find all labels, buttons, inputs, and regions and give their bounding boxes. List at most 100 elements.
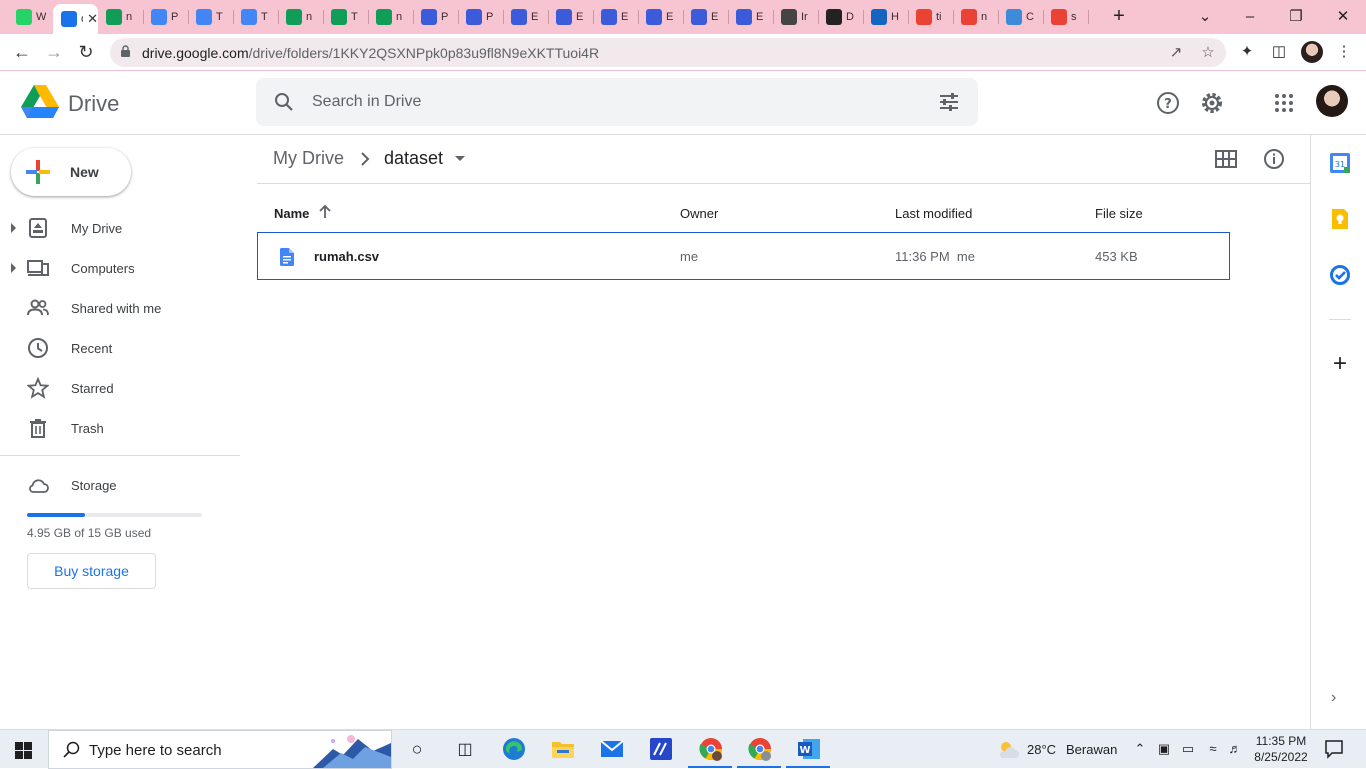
browser-tab[interactable]: H: [863, 4, 908, 30]
close-tab-icon[interactable]: ✕: [87, 11, 98, 27]
get-add-ons-icon[interactable]: +: [1329, 352, 1351, 376]
browser-tab[interactable]: W: [8, 4, 53, 30]
browser-tab[interactable]: s: [1043, 4, 1088, 30]
sidebar-item-storage[interactable]: Storage: [0, 469, 240, 501]
windows-start-icon[interactable]: [15, 742, 32, 759]
cortana-icon[interactable]: ○: [403, 735, 431, 763]
account-avatar[interactable]: [1316, 85, 1348, 117]
sidebar-item-shared-with-me[interactable]: Shared with me: [0, 292, 240, 324]
details-info-icon[interactable]: [1262, 148, 1286, 170]
task-view-icon[interactable]: ◫: [451, 735, 479, 763]
browser-tab[interactable]: E: [593, 4, 638, 30]
grid-view-icon[interactable]: [1214, 148, 1238, 170]
minimize-button[interactable]: –: [1238, 5, 1262, 29]
browser-tab[interactable]: P: [458, 4, 503, 30]
mail-icon[interactable]: [598, 735, 626, 763]
browser-tab[interactable]: n: [98, 4, 143, 30]
tasks-icon[interactable]: [1329, 264, 1351, 286]
browser-tab[interactable]: T: [323, 4, 368, 30]
folder-dropdown-icon[interactable]: [455, 156, 465, 161]
side-panel-icon[interactable]: ◫: [1267, 40, 1291, 64]
browser-tab[interactable]: E: [728, 4, 773, 30]
back-button[interactable]: ←: [10, 40, 34, 64]
drive-logo-icon[interactable]: [21, 85, 59, 119]
browser-tab[interactable]: Ir: [773, 4, 818, 30]
chevron-right-icon[interactable]: ›: [1331, 689, 1347, 706]
wifi-icon[interactable]: ≈: [1204, 740, 1222, 758]
browser-tab[interactable]: E: [638, 4, 683, 30]
weather-description[interactable]: Berawan: [1066, 742, 1117, 757]
word-icon[interactable]: W: [795, 735, 823, 763]
sidebar-item-recent[interactable]: Recent: [0, 332, 240, 364]
browser-tab[interactable]: ti: [908, 4, 953, 30]
browser-tab[interactable]: T: [233, 4, 278, 30]
browser-tab[interactable]: P: [143, 4, 188, 30]
close-window-button[interactable]: ✕: [1331, 5, 1355, 29]
address-bar[interactable]: drive.google.com/drive/folders/1KKY2QSXN…: [110, 38, 1226, 67]
restore-button[interactable]: ❐: [1284, 5, 1308, 29]
browser-tab[interactable]: n: [278, 4, 323, 30]
lock-icon[interactable]: [120, 45, 131, 57]
edge-browser-icon[interactable]: [500, 735, 528, 763]
browser-tab[interactable]: n: [368, 4, 413, 30]
apps-grid-icon[interactable]: [1271, 90, 1297, 116]
expand-caret-icon[interactable]: [11, 263, 16, 273]
sidebar-item-my-drive[interactable]: My Drive: [0, 212, 240, 244]
search-icon[interactable]: [274, 92, 294, 112]
weather-partly-cloudy-icon[interactable]: [996, 738, 1020, 760]
meet-now-icon[interactable]: ▣: [1155, 740, 1173, 758]
keep-icon[interactable]: [1329, 208, 1351, 230]
chrome-profile-avatar[interactable]: [1301, 41, 1323, 63]
show-hidden-icons-icon[interactable]: ⌃: [1131, 740, 1149, 758]
column-header-name[interactable]: Name: [274, 206, 309, 221]
taskbar-clock[interactable]: 11:35 PM 8/25/2022: [1248, 733, 1314, 765]
browser-tab[interactable]: D: [818, 4, 863, 30]
weather-temperature[interactable]: 28°C: [1027, 742, 1056, 757]
tab-search-icon[interactable]: ⌄: [1193, 5, 1217, 29]
share-icon[interactable]: ↗: [1166, 43, 1186, 63]
browser-tab[interactable]: P: [413, 4, 458, 30]
browser-tab[interactable]: C: [998, 4, 1043, 30]
bookmark-star-icon[interactable]: ☆: [1198, 43, 1218, 63]
taskbar-search-box[interactable]: Type here to search: [48, 730, 392, 769]
reload-button[interactable]: ↻: [74, 40, 98, 64]
search-options-icon[interactable]: [938, 92, 960, 112]
browser-tab[interactable]: E: [503, 4, 548, 30]
chrome-profile-2-icon[interactable]: [746, 735, 774, 763]
buy-storage-button[interactable]: Buy storage: [27, 553, 156, 589]
browser-tab[interactable]: E: [548, 4, 593, 30]
calendar-icon[interactable]: 31: [1329, 152, 1351, 174]
help-icon[interactable]: ?: [1155, 90, 1181, 116]
sidebar-item-starred[interactable]: Starred: [0, 372, 240, 404]
forward-button[interactable]: →: [42, 40, 66, 64]
dribbble-icon: [466, 9, 482, 25]
tab-title: da: [81, 13, 83, 25]
browser-tab[interactable]: n: [953, 4, 998, 30]
chrome-profile-1-icon[interactable]: [697, 735, 725, 763]
settings-gear-icon[interactable]: [1199, 90, 1225, 116]
search-input[interactable]: [312, 88, 912, 116]
browser-tab[interactable]: da ✕: [53, 4, 98, 34]
battery-icon[interactable]: ▭: [1179, 740, 1197, 758]
new-button[interactable]: New: [11, 148, 131, 196]
breadcrumb-current-folder[interactable]: dataset: [384, 148, 443, 169]
sidebar-item-computers[interactable]: Computers: [0, 252, 240, 284]
sort-ascending-icon[interactable]: [318, 204, 332, 220]
new-tab-button[interactable]: +: [1108, 6, 1130, 28]
file-explorer-icon[interactable]: [549, 735, 577, 763]
sidebar-item-trash[interactable]: Trash: [0, 412, 240, 444]
chrome-menu-icon[interactable]: ⋮: [1332, 40, 1356, 64]
app-launcher-icon[interactable]: [647, 735, 675, 763]
breadcrumb-my-drive[interactable]: My Drive: [273, 148, 344, 169]
browser-tab[interactable]: E: [683, 4, 728, 30]
dribbble-icon: [511, 9, 527, 25]
notification-center-icon[interactable]: [1324, 739, 1344, 759]
column-header-owner[interactable]: Owner: [680, 206, 718, 221]
browser-tab[interactable]: T: [188, 4, 233, 30]
extensions-icon[interactable]: ✦: [1235, 40, 1259, 64]
column-header-last-modified[interactable]: Last modified: [895, 206, 972, 221]
column-header-file-size[interactable]: File size: [1095, 206, 1143, 221]
volume-icon[interactable]: ♬: [1226, 740, 1244, 758]
file-row[interactable]: rumah.csv me 11:36 PM me 453 KB: [257, 232, 1230, 280]
expand-caret-icon[interactable]: [11, 223, 16, 233]
